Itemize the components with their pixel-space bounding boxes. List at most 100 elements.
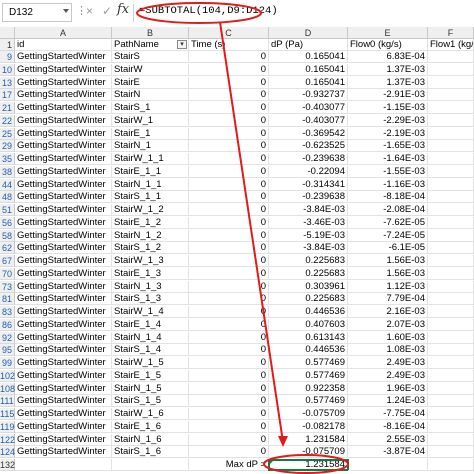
- row-number[interactable]: 73: [0, 280, 15, 293]
- cell-flow0[interactable]: 1.96E-03: [348, 382, 428, 395]
- cell-flow1[interactable]: [428, 395, 474, 408]
- row-number[interactable]: 95: [0, 344, 15, 357]
- row-number[interactable]: 48: [0, 191, 15, 204]
- cell-pathname[interactable]: StairW_1_1: [112, 153, 189, 165]
- cell-time[interactable]: 0: [189, 127, 269, 140]
- cell-pathname[interactable]: StairW_1: [112, 114, 189, 127]
- cell-time[interactable]: 0: [189, 369, 269, 382]
- cell-id[interactable]: GettingStartedWinter: [15, 204, 112, 216]
- cell-id[interactable]: GettingStartedWinter: [15, 293, 112, 306]
- column-header-a[interactable]: A: [15, 27, 112, 39]
- cell-id[interactable]: GettingStartedWinter: [15, 306, 112, 318]
- cell-pathname[interactable]: StairS_1_3: [112, 293, 189, 306]
- cell-dp[interactable]: -0.22094: [269, 165, 348, 178]
- cell-flow0[interactable]: -7.62E-05: [348, 216, 428, 229]
- cell-flow0[interactable]: 1.56E-03: [348, 267, 428, 280]
- cell-flow1[interactable]: [428, 306, 474, 318]
- cell-dp[interactable]: -0.369542: [269, 127, 348, 140]
- cell-flow1[interactable]: [428, 408, 474, 420]
- cell-flow1[interactable]: [428, 51, 474, 63]
- cell-id[interactable]: GettingStartedWinter: [15, 229, 112, 242]
- cell-flow0[interactable]: 2.49E-03: [348, 357, 428, 369]
- header-cell-time[interactable]: Time (s): [189, 39, 269, 51]
- cell-flow1[interactable]: [428, 331, 474, 344]
- cell[interactable]: [428, 459, 474, 471]
- cell-id[interactable]: GettingStartedWinter: [15, 344, 112, 357]
- cell-pathname[interactable]: StairN_1_5: [112, 382, 189, 395]
- header-cell-flow0[interactable]: Flow0 (kg/s): [348, 39, 428, 51]
- row-number[interactable]: 132: [0, 459, 15, 471]
- name-box-dropdown-icon[interactable]: [63, 9, 69, 13]
- cell-dp[interactable]: 0.225683: [269, 293, 348, 306]
- cell-time[interactable]: 0: [189, 140, 269, 153]
- row-number[interactable]: 44: [0, 178, 15, 191]
- cell-id[interactable]: GettingStartedWinter: [15, 446, 112, 459]
- cell-dp[interactable]: 0.613143: [269, 331, 348, 344]
- row-number[interactable]: 102: [0, 369, 15, 382]
- row-number[interactable]: 83: [0, 306, 15, 318]
- cell-flow0[interactable]: 2.49E-03: [348, 369, 428, 382]
- cell-dp[interactable]: -0.239638: [269, 153, 348, 165]
- row-number[interactable]: 62: [0, 242, 15, 255]
- cell-dp[interactable]: -0.623525: [269, 140, 348, 153]
- cell-flow1[interactable]: [428, 76, 474, 89]
- cancel-icon[interactable]: ×: [86, 4, 93, 18]
- cell-dp[interactable]: 0.922358: [269, 382, 348, 395]
- cell-time[interactable]: 0: [189, 382, 269, 395]
- cell-id[interactable]: GettingStartedWinter: [15, 408, 112, 420]
- cell-pathname[interactable]: StairS: [112, 51, 189, 63]
- cell-id[interactable]: GettingStartedWinter: [15, 433, 112, 446]
- cell-pathname[interactable]: StairS_1: [112, 102, 189, 114]
- cell-flow0[interactable]: -7.24E-05: [348, 229, 428, 242]
- cell-dp[interactable]: 0.577469: [269, 369, 348, 382]
- cell-flow1[interactable]: [428, 267, 474, 280]
- cell-dp[interactable]: 0.577469: [269, 395, 348, 408]
- cell-flow0[interactable]: -2.29E-03: [348, 114, 428, 127]
- cell-dp[interactable]: -3.84E-03: [269, 242, 348, 255]
- cell-flow0[interactable]: -3.87E-04: [348, 446, 428, 459]
- cell-pathname[interactable]: StairW_1_5: [112, 357, 189, 369]
- cell-pathname[interactable]: StairW_1_2: [112, 204, 189, 216]
- column-header-c[interactable]: C: [189, 27, 269, 39]
- cell-flow0[interactable]: -7.75E-04: [348, 408, 428, 420]
- row-number[interactable]: 9: [0, 51, 15, 63]
- cell-flow0[interactable]: -1.65E-03: [348, 140, 428, 153]
- cell-flow1[interactable]: [428, 229, 474, 242]
- cell-time[interactable]: 0: [189, 408, 269, 420]
- row-number[interactable]: 13: [0, 76, 15, 89]
- cell-pathname[interactable]: StairN_1_6: [112, 433, 189, 446]
- cell[interactable]: [348, 459, 428, 471]
- cell-time[interactable]: 0: [189, 216, 269, 229]
- row-number[interactable]: 70: [0, 267, 15, 280]
- row-number[interactable]: 111: [0, 395, 15, 408]
- cell-time[interactable]: 0: [189, 446, 269, 459]
- cell-time[interactable]: 0: [189, 318, 269, 331]
- cell-id[interactable]: GettingStartedWinter: [15, 102, 112, 114]
- cell-time[interactable]: 0: [189, 153, 269, 165]
- cell-flow1[interactable]: [428, 344, 474, 357]
- cell-dp[interactable]: 0.407603: [269, 318, 348, 331]
- row-number[interactable]: 122: [0, 433, 15, 446]
- cell-id[interactable]: GettingStartedWinter: [15, 395, 112, 408]
- row-number[interactable]: 67: [0, 255, 15, 267]
- cell-dp[interactable]: 0.165041: [269, 63, 348, 76]
- cell-flow0[interactable]: -1.64E-03: [348, 153, 428, 165]
- cell-flow1[interactable]: [428, 357, 474, 369]
- row-number[interactable]: 119: [0, 420, 15, 433]
- cell-flow1[interactable]: [428, 242, 474, 255]
- cell-time[interactable]: 0: [189, 344, 269, 357]
- cell-dp[interactable]: 0.446536: [269, 344, 348, 357]
- row-number[interactable]: 35: [0, 153, 15, 165]
- cell-flow1[interactable]: [428, 63, 474, 76]
- cell-dp[interactable]: 0.577469: [269, 357, 348, 369]
- cell-flow0[interactable]: -6.1E-05: [348, 242, 428, 255]
- row-number[interactable]: 115: [0, 408, 15, 420]
- cell-time[interactable]: 0: [189, 267, 269, 280]
- cell-dp[interactable]: -0.075709: [269, 408, 348, 420]
- cell-time[interactable]: 0: [189, 63, 269, 76]
- cell-flow1[interactable]: [428, 420, 474, 433]
- cell-flow1[interactable]: [428, 280, 474, 293]
- cell-dp[interactable]: 0.225683: [269, 267, 348, 280]
- cell-id[interactable]: GettingStartedWinter: [15, 191, 112, 204]
- insert-function-icon[interactable]: fx: [117, 2, 129, 17]
